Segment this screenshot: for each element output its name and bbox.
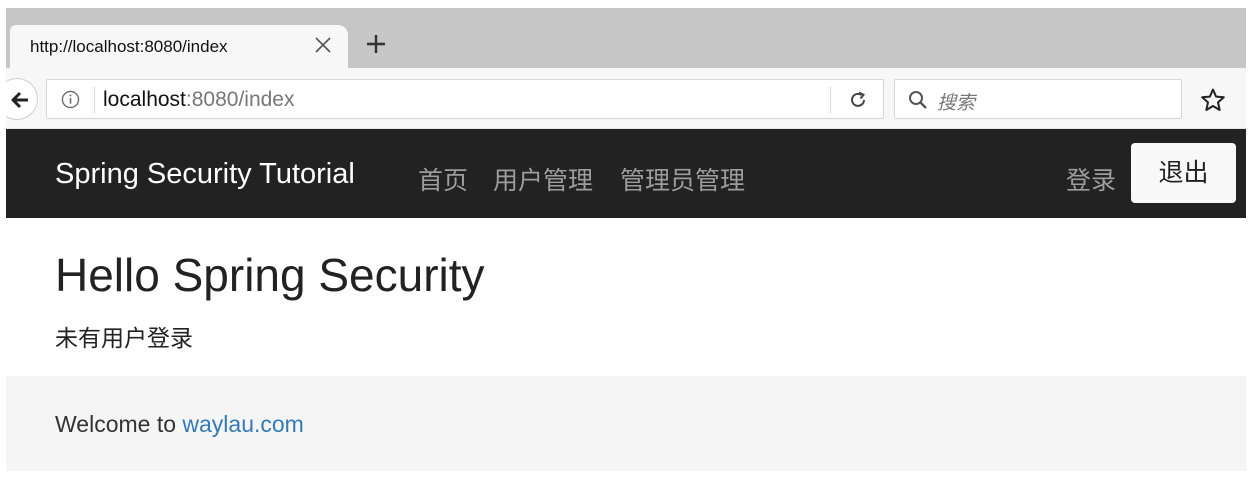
search-icon <box>909 91 927 109</box>
new-tab-icon[interactable] <box>364 32 388 56</box>
browser-toolbar: localhost:8080/index 搜索 <box>6 68 1246 129</box>
back-arrow-icon <box>11 91 28 109</box>
address-bar[interactable]: localhost:8080/index <box>46 79 884 119</box>
search-placeholder: 搜索 <box>937 93 976 114</box>
url-text[interactable]: localhost:8080/index <box>103 88 294 112</box>
search-input[interactable]: 搜索 <box>894 79 1182 119</box>
url-divider-right <box>830 87 831 113</box>
browser-tab[interactable]: http://localhost:8080/index <box>10 25 348 68</box>
page-title: Hello Spring Security <box>55 249 485 301</box>
login-link[interactable]: 登录 <box>1066 161 1116 197</box>
nav-link-user-management[interactable]: 用户管理 <box>493 161 593 197</box>
footer-link[interactable]: waylau.com <box>182 411 303 437</box>
bookmark-star-icon[interactable] <box>1200 87 1226 113</box>
info-icon[interactable] <box>61 90 80 109</box>
back-button[interactable] <box>6 78 38 120</box>
footer: Welcome to waylau.com <box>6 376 1246 471</box>
reload-icon[interactable] <box>847 89 869 111</box>
nav-link-admin-management[interactable]: 管理员管理 <box>620 161 745 197</box>
url-divider <box>94 87 95 113</box>
url-host: localhost <box>103 88 186 111</box>
nav-link-home[interactable]: 首页 <box>418 161 468 197</box>
browser-window: http://localhost:8080/index localhost:80… <box>6 8 1246 486</box>
login-status-text: 未有用户登录 <box>55 325 193 351</box>
site-navbar: Spring Security Tutorial 首页 用户管理 管理员管理 登… <box>6 129 1246 218</box>
tab-title: http://localhost:8080/index <box>30 37 228 56</box>
url-path: :8080/index <box>185 88 295 111</box>
close-icon[interactable] <box>312 34 334 56</box>
brand-link[interactable]: Spring Security Tutorial <box>55 158 355 191</box>
tab-strip: http://localhost:8080/index <box>6 8 1246 68</box>
logout-button[interactable]: 退出 <box>1131 143 1236 203</box>
footer-prefix: Welcome to <box>55 411 183 437</box>
footer-text: Welcome to waylau.com <box>55 411 304 438</box>
